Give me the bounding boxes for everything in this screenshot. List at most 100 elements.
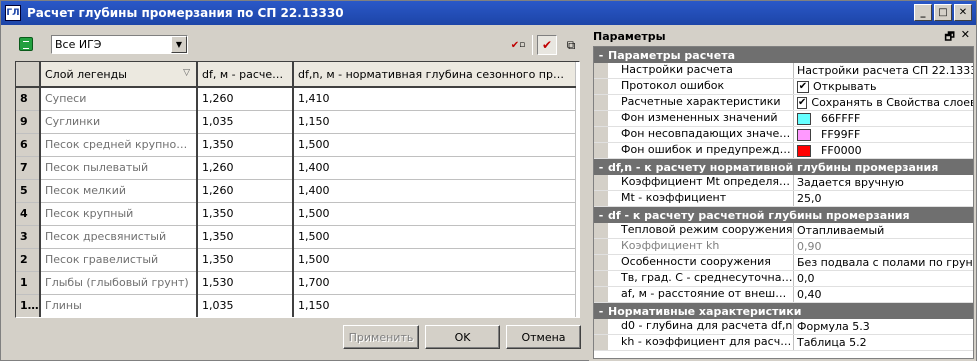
property-row[interactable]: Протокол ошибок ✔ Открывать xyxy=(594,79,973,95)
checkbox-checked[interactable]: ✔ xyxy=(797,96,808,109)
color-swatch[interactable] xyxy=(797,144,811,157)
property-value-cell[interactable]: FF99FF xyxy=(794,127,973,142)
table-row[interactable]: 9 Суглинки 1,035 1,150 xyxy=(16,110,576,134)
property-value-cell[interactable]: Формула 5.3 xyxy=(794,319,973,334)
property-value-cell[interactable]: 0,40 xyxy=(794,287,973,302)
property-row[interactable]: Mt - коэффициент 25,0 xyxy=(594,191,973,207)
color-swatch[interactable] xyxy=(797,128,811,141)
property-value-cell[interactable]: ✔ Сохранять в Свойства слоев xyxy=(794,95,973,110)
row-number[interactable]: 8 xyxy=(16,87,41,111)
row-number[interactable]: 1 xyxy=(16,271,41,295)
collapse-icon[interactable]: - xyxy=(594,209,608,222)
cell-layer-name[interactable]: Песок пылеватый xyxy=(40,156,198,180)
checkbox-checked[interactable]: ✔ xyxy=(797,80,809,93)
layers-table[interactable]: Слой легенды ▽ df, м - расчетная df,n, м … xyxy=(15,61,580,318)
collapse-icon[interactable]: - xyxy=(594,161,608,174)
cell-df-calculated[interactable]: 1,035 xyxy=(197,110,294,134)
cancel-button[interactable]: Отмена xyxy=(506,325,581,349)
cell-layer-name[interactable]: Супеси xyxy=(40,87,198,111)
ige-filter-select[interactable]: Все ИГЭ ▼ xyxy=(51,35,188,54)
cell-dfn-normative[interactable]: 1,400 xyxy=(293,156,576,180)
table-row[interactable]: 3 Песок дресвянистый 1,350 1,500 xyxy=(16,225,576,249)
table-row[interactable]: 6 Песок средней крупности 1,350 1,500 xyxy=(16,133,576,157)
property-category[interactable]: - df,n - к расчету нормативной глубины пр… xyxy=(594,159,973,175)
cell-layer-name[interactable]: Глины xyxy=(40,294,198,317)
row-number[interactable]: 5 xyxy=(16,179,41,203)
table-row[interactable]: 10 Глины 1,035 1,150 xyxy=(16,294,576,317)
cell-dfn-normative[interactable]: 1,400 xyxy=(293,179,576,203)
table-row[interactable]: 7 Песок пылеватый 1,260 1,400 xyxy=(16,156,576,180)
table-row[interactable]: 5 Песок мелкий 1,260 1,400 xyxy=(16,179,576,203)
table-row[interactable]: 2 Песок гравелистый 1,350 1,500 xyxy=(16,248,576,272)
ok-button[interactable]: OK xyxy=(425,325,500,349)
row-number[interactable]: 6 xyxy=(16,133,41,157)
chevron-down-icon[interactable]: ▼ xyxy=(171,36,187,53)
property-value-cell[interactable]: 66FFFF xyxy=(794,111,973,126)
title-bar[interactable]: ГЛ Расчет глубины промерзания по СП 22.1… xyxy=(1,1,976,25)
row-number[interactable]: 2 xyxy=(16,248,41,272)
property-row[interactable]: Фон измененных значений 66FFFF xyxy=(594,111,973,127)
row-number[interactable]: 3 xyxy=(16,225,41,249)
cell-df-calculated[interactable]: 1,350 xyxy=(197,225,294,249)
property-row[interactable]: kh - коэффициент для расчета dfТаблица 5… xyxy=(594,335,973,351)
cell-df-calculated[interactable]: 1,260 xyxy=(197,87,294,111)
cell-df-calculated[interactable]: 1,350 xyxy=(197,248,294,272)
cell-df-calculated[interactable]: 1,260 xyxy=(197,179,294,203)
property-value-cell[interactable]: ✔ Открывать xyxy=(794,79,973,94)
close-icon[interactable]: ✕ xyxy=(961,28,970,47)
row-number[interactable]: 7 xyxy=(16,156,41,180)
property-value-cell[interactable]: 0,90 xyxy=(794,239,973,254)
property-row[interactable]: Коэффициент kh 0,90 xyxy=(594,239,973,255)
property-value-cell[interactable]: 0,0 xyxy=(794,271,973,286)
property-value-cell[interactable]: Отапливаемый xyxy=(794,223,973,238)
property-row[interactable]: Расчетные характеристики ✔ Сохранять в Сво… xyxy=(594,95,973,111)
cell-df-calculated[interactable]: 1,530 xyxy=(197,271,294,295)
cell-dfn-normative[interactable]: 1,410 xyxy=(293,87,576,111)
cell-layer-name[interactable]: Песок мелкий xyxy=(40,179,198,203)
property-value-cell[interactable]: Задается вручную xyxy=(794,175,973,190)
cell-dfn-normative[interactable]: 1,500 xyxy=(293,133,576,157)
apply-button[interactable]: Применить xyxy=(343,325,419,349)
cell-dfn-normative[interactable]: 1,700 xyxy=(293,271,576,295)
cell-layer-name[interactable]: Суглинки xyxy=(40,110,198,134)
table-row[interactable]: 8 Супеси 1,260 1,410 xyxy=(16,87,576,111)
property-row[interactable]: Тепловой режим сооружения Отапливаемый xyxy=(594,223,973,239)
check-red-icon[interactable]: ✔ xyxy=(537,35,557,55)
cell-df-calculated[interactable]: 1,350 xyxy=(197,202,294,226)
property-row[interactable]: Тв, град. С - среднесуточная Т... 0,0 xyxy=(594,271,973,287)
property-value-cell[interactable]: Таблица 5.2 xyxy=(794,335,973,350)
properties-grid[interactable]: - Параметры расчета Настройки расчета Настр… xyxy=(593,46,974,359)
cell-dfn-normative[interactable]: 1,500 xyxy=(293,202,576,226)
property-value-cell[interactable]: Без подвала с полами по грунту xyxy=(794,255,973,270)
property-row[interactable]: Настройки расчета Настройки расчета СП 22… xyxy=(594,63,973,79)
property-row[interactable]: af, м - расстояние от внешней ... 0,40 xyxy=(594,287,973,303)
cell-df-calculated[interactable]: 1,350 xyxy=(197,133,294,157)
column-header-df[interactable]: df, м - расчетная xyxy=(197,62,294,88)
close-button[interactable]: ✕ xyxy=(954,4,972,21)
row-number[interactable]: 4 xyxy=(16,202,41,226)
property-row[interactable]: Фон ошибок и предупреждений FF0000 xyxy=(594,143,973,159)
cell-dfn-normative[interactable]: 1,150 xyxy=(293,110,576,134)
check-copy-icon[interactable]: ✔ ▫ xyxy=(508,35,528,55)
cell-layer-name[interactable]: Песок средней крупности xyxy=(40,133,198,157)
row-number[interactable]: 10 xyxy=(16,294,41,317)
cell-dfn-normative[interactable]: 1,500 xyxy=(293,225,576,249)
table-row[interactable]: 1 Глыбы (глыбовый грунт) 1,530 1,700 xyxy=(16,271,576,295)
green-table-icon[interactable] xyxy=(19,37,33,51)
cell-layer-name[interactable]: Песок гравелистый xyxy=(40,248,198,272)
collapse-icon[interactable]: - xyxy=(594,49,608,62)
property-category[interactable]: - df - к расчету расчетной глубины промер… xyxy=(594,207,973,223)
table-row[interactable]: 4 Песок крупный 1,350 1,500 xyxy=(16,202,576,226)
property-value-cell[interactable]: Настройки расчета СП 22.13330 xyxy=(794,63,973,78)
column-header-layer[interactable]: Слой легенды ▽ xyxy=(40,62,198,88)
property-value-cell[interactable]: FF0000 xyxy=(794,143,973,158)
property-value-cell[interactable]: 25,0 xyxy=(794,191,973,206)
cell-dfn-normative[interactable]: 1,500 xyxy=(293,248,576,272)
property-row[interactable]: d0 - глубина для расчета df,n Формула 5.3 xyxy=(594,319,973,335)
minimize-button[interactable]: _ xyxy=(914,4,932,21)
property-row[interactable]: Коэффициент Mt определяется Задается вруч… xyxy=(594,175,973,191)
cell-layer-name[interactable]: Песок крупный xyxy=(40,202,198,226)
property-row[interactable]: Фон несовпадающих значений FF99FF xyxy=(594,127,973,143)
copy-icon[interactable]: ⧉ xyxy=(561,35,581,55)
property-category[interactable]: - Параметры расчета xyxy=(594,47,973,63)
